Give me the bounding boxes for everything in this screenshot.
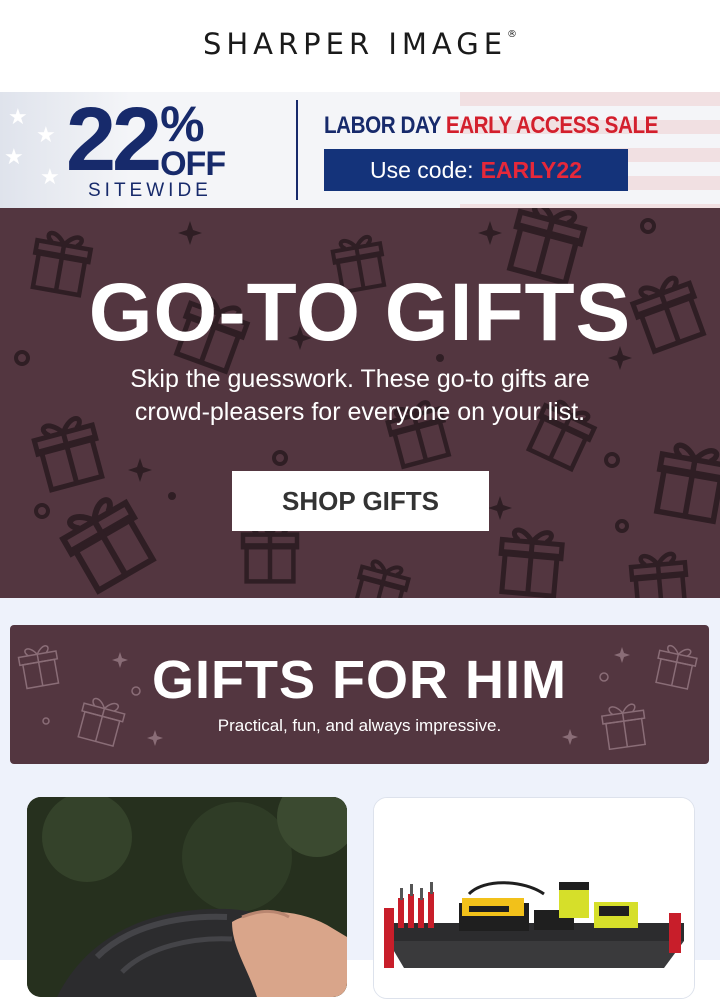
sale-prefix: LABOR DAY [324, 112, 441, 139]
star-icon: ★ [8, 104, 28, 129]
promo-code: EARLY22 [480, 156, 582, 183]
discount-number: 22 [66, 92, 162, 190]
shop-gifts-button[interactable]: SHOP GIFTS [232, 471, 489, 531]
sparkle-icon [178, 221, 202, 245]
dot-icon [604, 452, 620, 468]
hero-title: GO-TO GIFTS [88, 267, 632, 358]
star-icon: ★ [40, 164, 60, 189]
discount-percent: 22 % OFF [66, 92, 226, 194]
hero-subtitle-line: Skip the guesswork. These go-to gifts ar… [130, 365, 590, 393]
code-label: Use code: [370, 156, 474, 183]
dot-icon [615, 519, 629, 533]
promo-divider [296, 100, 298, 200]
gift-icon [653, 442, 720, 521]
sitewide-label: SITEWIDE [88, 180, 212, 201]
off-label: OFF [160, 145, 226, 183]
promo-banner[interactable]: ★ ★ ★ ★ 22 % OFF SITEWIDE LABOR DAY EARL… [0, 92, 720, 208]
gift-icon [498, 529, 563, 597]
percent-sign: % [160, 96, 205, 152]
product-card[interactable] [27, 797, 347, 997]
hero-subtitle-line: crowd-pleasers for everyone on your list… [134, 398, 586, 426]
gift-icon [57, 492, 157, 593]
star-icon: ★ [36, 122, 56, 147]
charging-station-image [374, 798, 694, 998]
email-header: SHARPER IMAGE® [0, 0, 720, 92]
gift-icon [630, 553, 689, 598]
logo-text: SHARPER IMAGE [202, 27, 508, 61]
sparkle-icon [128, 458, 152, 482]
massage-device-image [27, 797, 347, 997]
hero-subtitle: Skip the guesswork. These go-to gifts ar… [60, 363, 660, 429]
gift-icon [243, 525, 297, 582]
gifts-for-him-banner[interactable]: GIFTS FOR HIM Practical, fun, and always… [10, 625, 709, 764]
dot-icon [34, 503, 50, 519]
section-title: GIFTS FOR HIM [152, 650, 567, 710]
star-icon: ★ [4, 144, 24, 169]
section-subtitle: Practical, fun, and always impressive. [217, 716, 502, 735]
sparkle-icon [478, 221, 502, 245]
sale-highlight: EARLY ACCESS SALE [445, 112, 659, 139]
brand-logo[interactable]: SHARPER IMAGE® [203, 27, 517, 61]
registered-mark: ® [507, 29, 518, 40]
dot-icon [640, 218, 656, 234]
sparkle-icon [488, 496, 512, 520]
sale-headline: LABOR DAY EARLY ACCESS SALE [324, 112, 658, 140]
gift-icon [351, 558, 410, 598]
dot-icon [272, 450, 288, 466]
product-card[interactable] [373, 797, 695, 999]
dot-icon [168, 492, 176, 500]
hero-banner[interactable]: GO-TO GIFTS Skip the guesswork. These go… [0, 208, 720, 598]
promo-code-box[interactable]: Use code: EARLY22 [324, 149, 628, 191]
